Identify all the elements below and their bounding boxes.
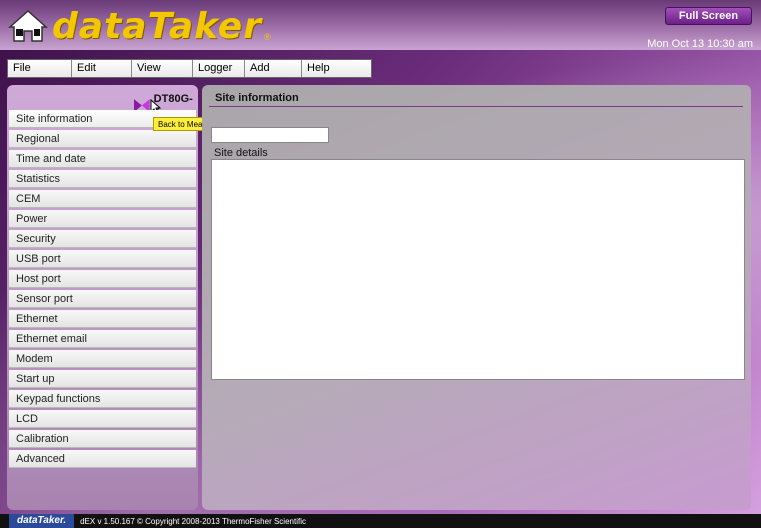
sidebar-item-statistics[interactable]: Statistics — [9, 170, 196, 188]
menu-file[interactable]: File — [8, 60, 72, 77]
full-screen-button[interactable]: Full Screen — [665, 7, 752, 25]
sidebar-item-power[interactable]: Power — [9, 210, 196, 228]
menu-add[interactable]: Add — [245, 60, 302, 77]
settings-nav-list: Site information Regional Time and date … — [9, 110, 196, 470]
footer: dataTaker. dEX v 1.50.167 © Copyright 20… — [0, 514, 761, 528]
sidebar-item-time-and-date[interactable]: Time and date — [9, 150, 196, 168]
menu-logger[interactable]: Logger — [193, 60, 245, 77]
sidebar-item-advanced[interactable]: Advanced — [9, 450, 196, 468]
sidebar-item-sensor-port[interactable]: Sensor port — [9, 290, 196, 308]
menu-bar: File Edit View Logger Add Help — [7, 59, 372, 78]
date-time: Mon Oct 13 10:30 am — [647, 38, 753, 50]
menu-edit[interactable]: Edit — [72, 60, 132, 77]
home-icon[interactable] — [8, 9, 48, 43]
title-divider — [209, 106, 743, 107]
copyright-text: dEX v 1.50.167 © Copyright 2008-2013 The… — [80, 516, 306, 526]
panel-title: Site information — [215, 92, 299, 104]
menu-view[interactable]: View — [132, 60, 193, 77]
sidebar-item-security[interactable]: Security — [9, 230, 196, 248]
site-details-label: Site details — [214, 147, 268, 159]
registered-mark: ® — [263, 32, 271, 42]
settings-sidebar: DT80G-3 Site information Regional Time a… — [7, 85, 198, 510]
sidebar-item-lcd[interactable]: LCD — [9, 410, 196, 428]
sidebar-item-cem[interactable]: CEM — [9, 190, 196, 208]
app-logo: dataTaker ® — [8, 5, 271, 47]
sidebar-item-start-up[interactable]: Start up — [9, 370, 196, 388]
site-details-textarea[interactable] — [211, 159, 745, 380]
sidebar-item-calibration[interactable]: Calibration — [9, 430, 196, 448]
sidebar-item-ethernet[interactable]: Ethernet — [9, 310, 196, 328]
sidebar-item-ethernet-email[interactable]: Ethernet email — [9, 330, 196, 348]
sidebar-item-regional[interactable]: Regional — [9, 130, 196, 148]
sidebar-item-keypad-functions[interactable]: Keypad functions — [9, 390, 196, 408]
footer-logo: dataTaker. — [9, 514, 75, 528]
sidebar-item-usb-port[interactable]: USB port — [9, 250, 196, 268]
logo-text: dataTaker — [52, 5, 262, 47]
site-name-input[interactable] — [211, 127, 329, 143]
menu-help[interactable]: Help — [302, 60, 371, 77]
sidebar-item-modem[interactable]: Modem — [9, 350, 196, 368]
site-information-panel: Site information Site details — [202, 85, 751, 510]
sidebar-item-host-port[interactable]: Host port — [9, 270, 196, 288]
